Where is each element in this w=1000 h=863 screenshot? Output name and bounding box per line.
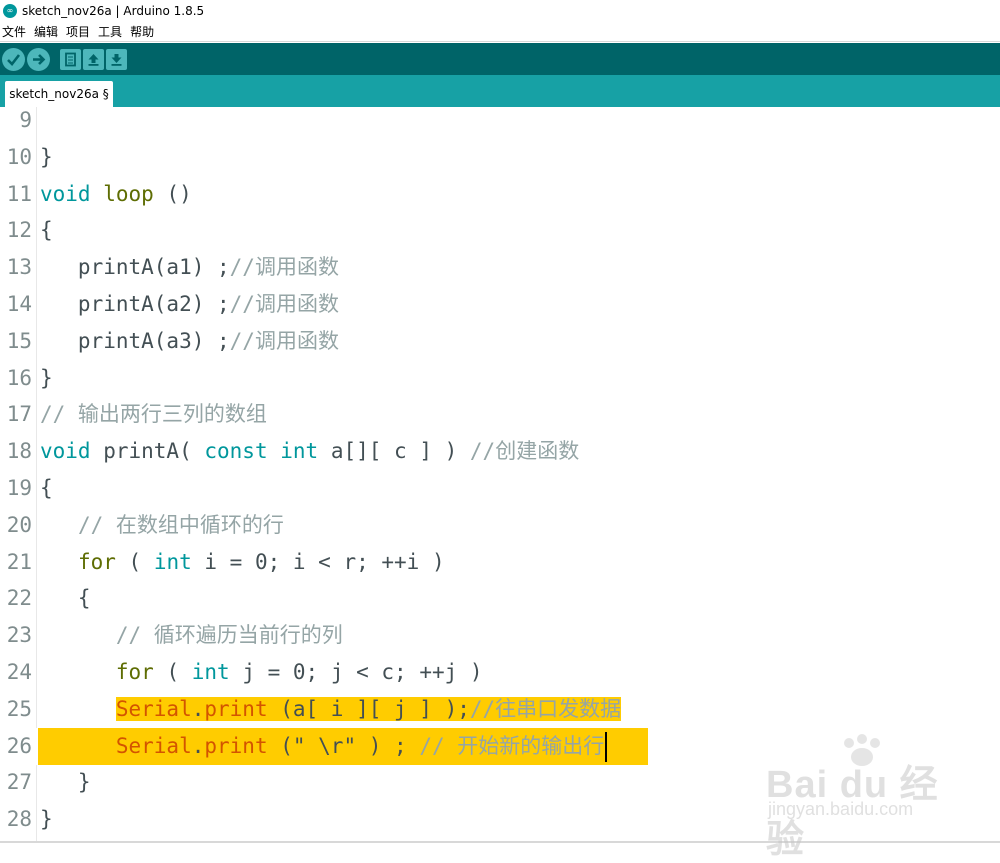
line-text: printA(a1) ;//调用函数 [40, 255, 339, 280]
line-text: } [40, 807, 53, 832]
line-number: 27 [6, 770, 32, 795]
toolbar [0, 43, 1000, 75]
new-button[interactable] [60, 48, 81, 70]
line-text: } [40, 365, 53, 390]
line-text: } [40, 144, 53, 169]
line-number: 14 [6, 292, 32, 316]
code-line[interactable]: 9 [0, 102, 1000, 139]
line-text: { [40, 476, 53, 500]
line-number: 28 [6, 807, 32, 832]
arduino-logo-icon: ∞ [3, 4, 17, 18]
code-line[interactable]: 28} [0, 801, 1000, 838]
code-line[interactable]: 18 void printA( const int a[][ c ] ) //创建… [0, 433, 1000, 470]
line-number: 20 [6, 512, 32, 537]
menu-bar: 文件 编辑 项目 工具 帮助 [0, 22, 1000, 42]
title-bar: ∞ sketch_nov26a | Arduino 1.8.5 [0, 0, 1000, 22]
line-number: 24 [6, 660, 32, 684]
menu-sketch[interactable]: 项目 [63, 23, 93, 40]
line-number: 25 [6, 696, 32, 721]
line-text: } [40, 770, 91, 795]
line-text: Serial.print (a[ i ][ j ] );//往串口发数据 [115, 696, 622, 721]
code-line[interactable]: 14 printA(a2) ;//调用函数 [0, 286, 1000, 323]
line-number: 19 [6, 476, 32, 500]
code-line[interactable]: 23 // 循环遍历当前行的列 [0, 617, 1000, 654]
verify-icon [7, 53, 21, 66]
code-line[interactable]: 25 Serial.print (a[ i ][ j ] );//往串口发数据 [0, 691, 1000, 728]
code-line[interactable]: 24 for ( int j = 0; j < c; ++j ) [0, 654, 1000, 691]
code-line[interactable]: 13 printA(a1) ;//调用函数 [0, 249, 1000, 286]
menu-edit[interactable]: 编辑 [31, 23, 61, 40]
line-number: 23 [6, 623, 32, 648]
menu-file[interactable]: 文件 [0, 23, 29, 40]
text-caret [605, 731, 608, 762]
line-number: 16 [6, 365, 32, 390]
line-text: for ( int i = 0; i < r; ++i ) [77, 549, 445, 574]
line-text: Serial.print (" \r" ) ; // 开始新的输出行 [40, 728, 608, 765]
code-line[interactable]: 16} [0, 360, 1000, 397]
line-text: printA(a2) ;//调用函数 [40, 292, 339, 316]
line-text: // 循环遍历当前行的列 [115, 623, 343, 648]
line-number: 18 [6, 439, 32, 464]
line-text: { [40, 586, 91, 611]
line-number: 11 [6, 181, 32, 206]
new-icon [65, 52, 76, 66]
code-editor[interactable]: 9 10} 11 void loop () 12 {13 printA(a1) ;//调用… [0, 107, 1000, 841]
code-line[interactable]: 20 // 在数组中循环的行 [0, 507, 1000, 544]
menu-help[interactable]: 帮助 [127, 23, 157, 40]
line-number: 12 [6, 218, 32, 243]
code-line[interactable]: 11 void loop () [0, 176, 1000, 213]
window-title: sketch_nov26a | Arduino 1.8.5 [22, 4, 205, 18]
menu-tools[interactable]: 工具 [95, 23, 125, 40]
upload-button[interactable] [27, 47, 50, 71]
open-icon [88, 53, 99, 66]
line-text: void printA( const int a[][ c ] ) //创建函数 [40, 439, 580, 464]
code-line[interactable]: 10} [0, 139, 1000, 176]
line-text: { [40, 218, 53, 243]
line-text: // 输出两行三列的数组 [40, 402, 267, 427]
line-text: for ( int j = 0; j < c; ++j ) [115, 660, 483, 684]
code-line[interactable]: 17 // 输出两行三列的数组 [0, 396, 1000, 433]
code-line[interactable]: 19 { [0, 470, 1000, 507]
line-text: // 在数组中循环的行 [77, 512, 284, 537]
code-line[interactable]: 21 for ( int i = 0; i < r; ++i ) [0, 544, 1000, 581]
line-number: 15 [6, 328, 32, 353]
line-number: 13 [6, 255, 32, 280]
save-button[interactable] [106, 48, 127, 70]
line-text: void loop () [40, 181, 192, 206]
code-line[interactable]: 26 Serial.print (" \r" ) ; // 开始新的输出行 [0, 727, 1000, 765]
save-icon [111, 53, 122, 66]
line-text: printA(a3) ;//调用函数 [40, 328, 339, 353]
code-line[interactable]: 27 } [0, 764, 1000, 801]
code-line[interactable]: 22 { [0, 580, 1000, 617]
code-line[interactable]: 15 printA(a3) ;//调用函数 [0, 323, 1000, 360]
verify-button[interactable] [2, 47, 25, 71]
line-number: 26 [6, 733, 32, 758]
line-number: 21 [6, 549, 32, 574]
line-number: 10 [6, 144, 32, 169]
line-number: 9 [19, 108, 32, 132]
code-line[interactable]: 12 { [0, 212, 1000, 249]
line-number: 22 [6, 586, 32, 611]
open-button[interactable] [83, 48, 104, 70]
upload-icon [33, 53, 46, 65]
line-number: 17 [6, 402, 32, 427]
